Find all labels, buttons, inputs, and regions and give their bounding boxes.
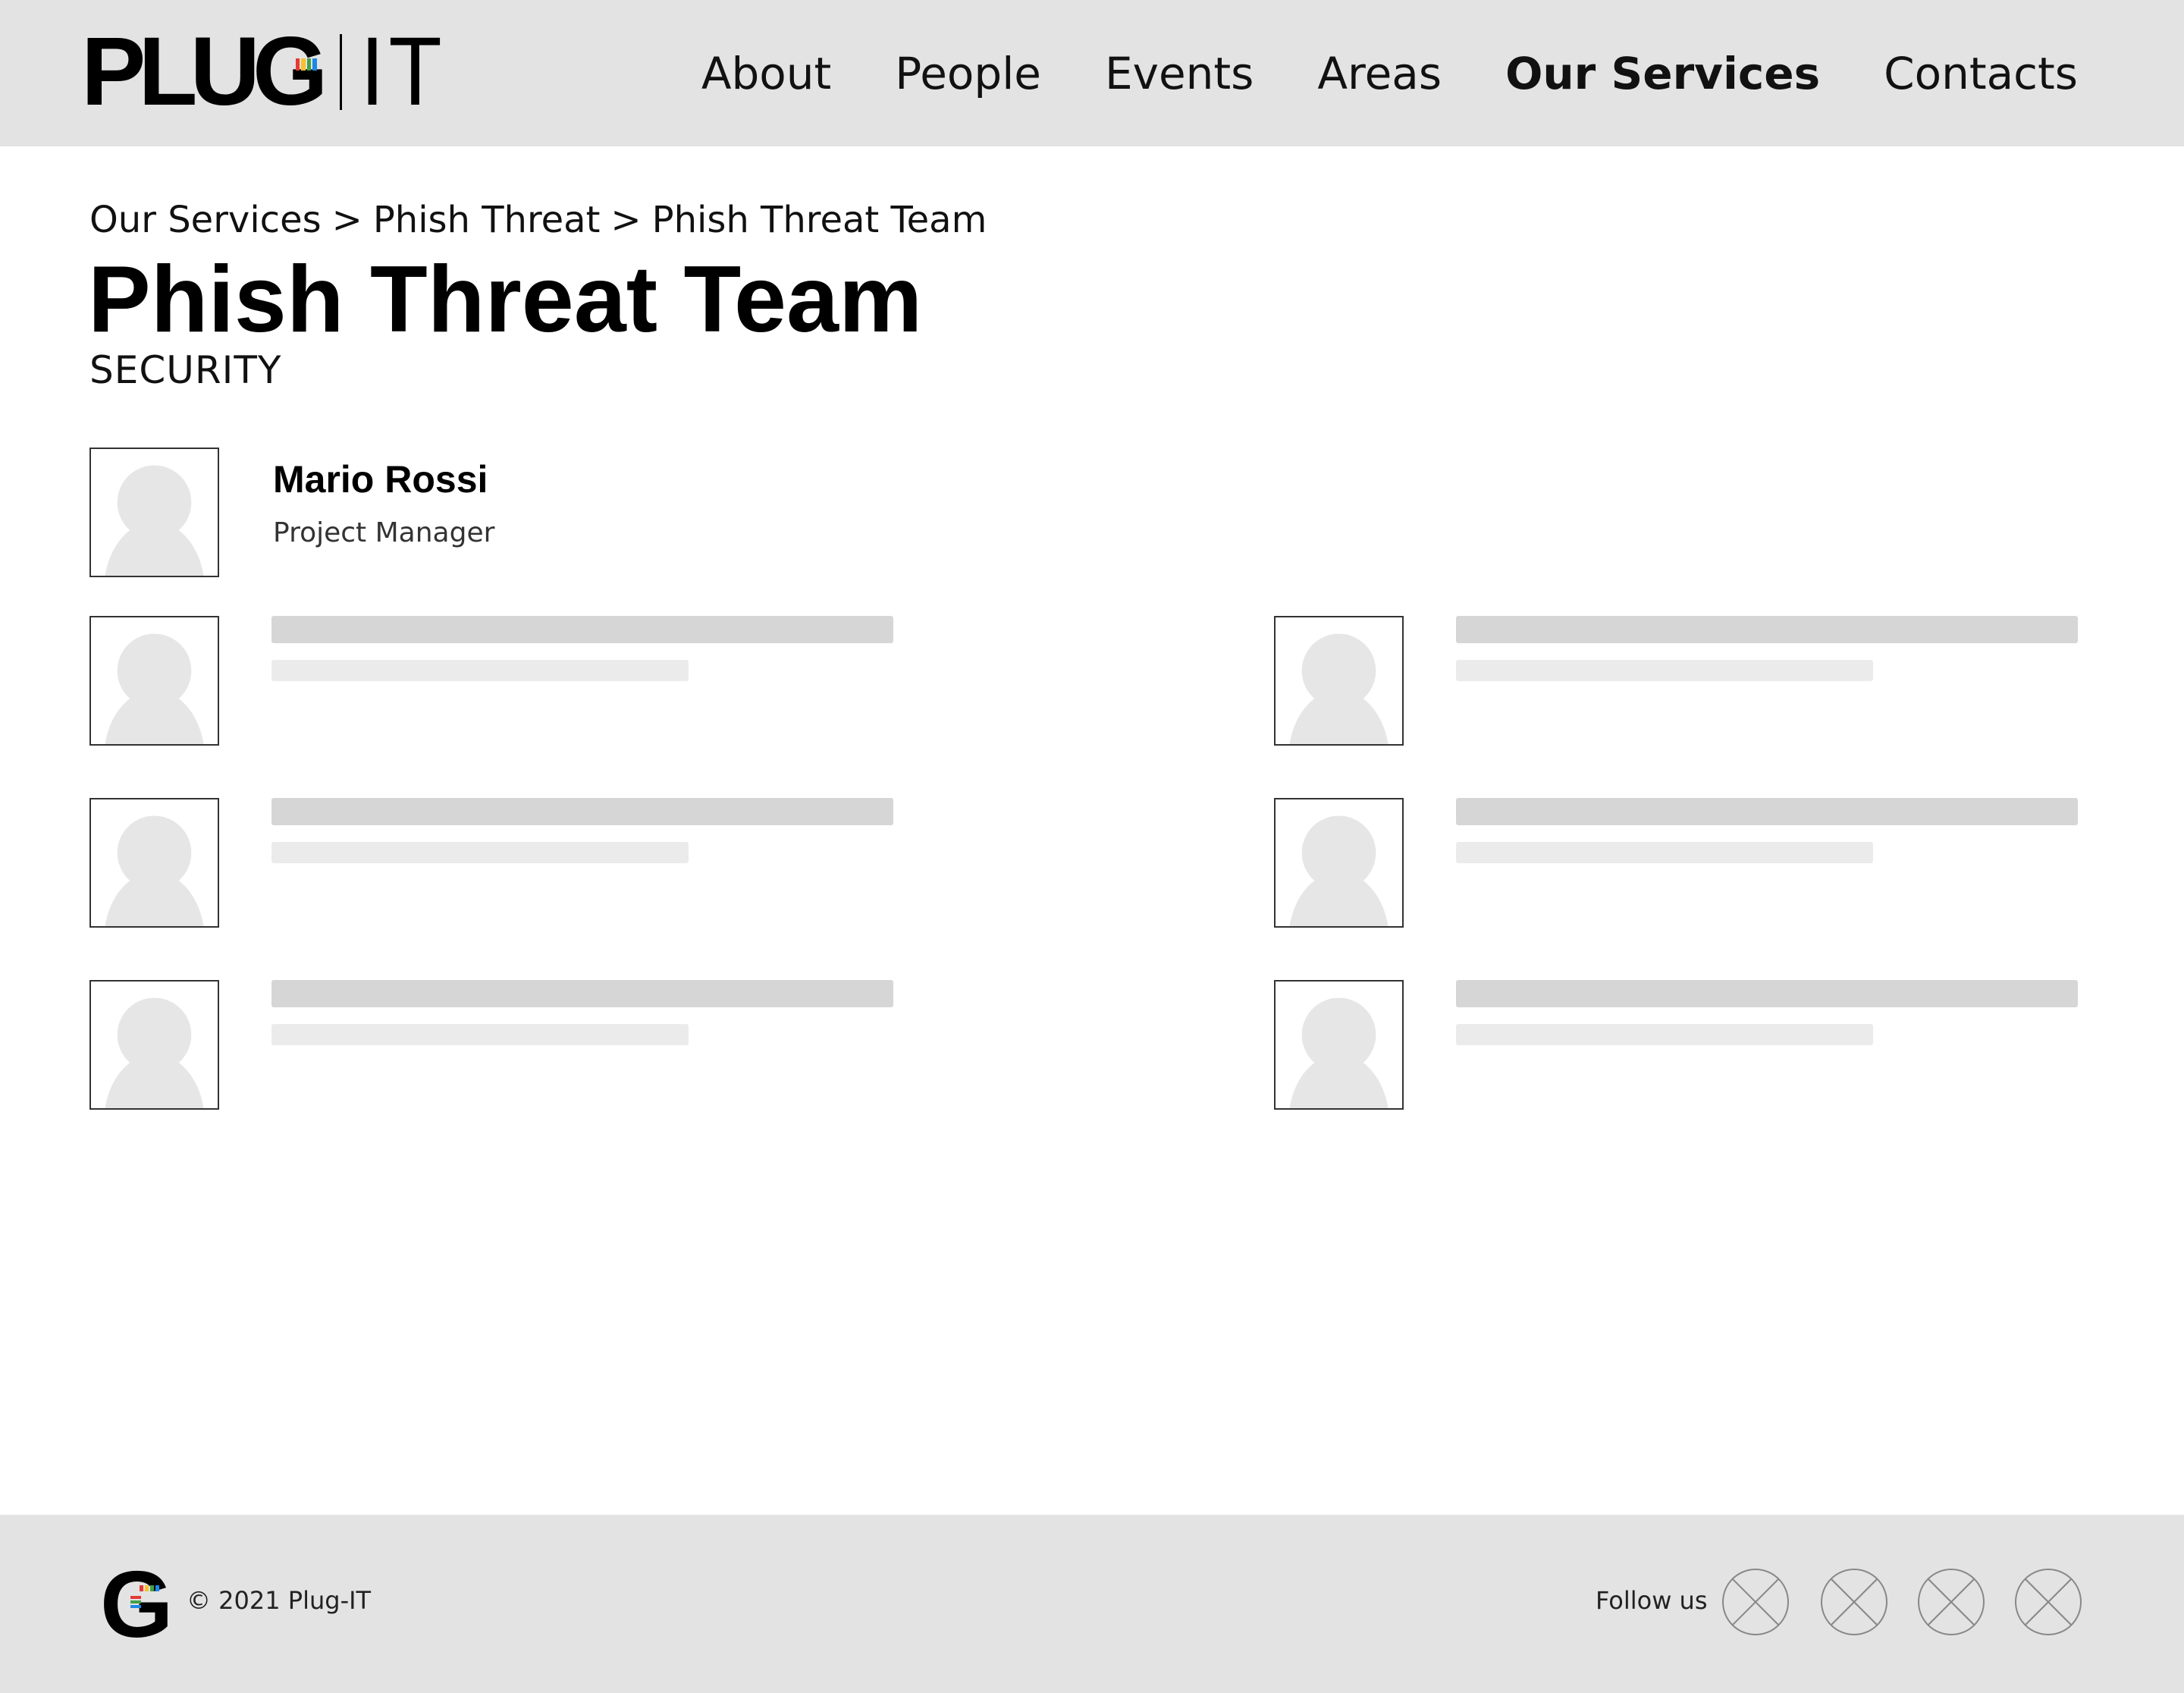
breadcrumb-phish-threat[interactable]: Phish Threat	[373, 199, 601, 241]
user-placeholder-icon	[1289, 997, 1389, 1108]
user-placeholder-icon	[1289, 815, 1389, 926]
page-subtitle: SECURITY	[89, 348, 282, 392]
plug-it-g-logo-icon[interactable]: G	[100, 1563, 173, 1643]
member-name-placeholder	[1456, 980, 2078, 1007]
breadcrumb-separator: >	[610, 199, 642, 241]
user-placeholder-icon	[1289, 633, 1389, 744]
nav-about[interactable]: About	[701, 48, 831, 99]
user-placeholder-icon	[105, 815, 204, 926]
member-role-placeholder	[1456, 660, 1873, 681]
main-nav: About People Events Areas Our Services C…	[701, 0, 2078, 146]
nav-events[interactable]: Events	[1105, 48, 1254, 99]
plug-it-logo[interactable]: PLUG IT	[81, 17, 455, 126]
page-title: Phish Threat Team	[88, 247, 923, 352]
member-name-placeholder	[271, 980, 893, 1007]
nav-our-services[interactable]: Our Services	[1505, 48, 1820, 99]
site-footer: G © 2021 Plug-IT Follow us	[0, 1515, 2184, 1693]
avatar[interactable]	[1274, 616, 1404, 746]
avatar[interactable]	[1274, 798, 1404, 928]
breadcrumb: Our Services > Phish Threat > Phish Threat T…	[89, 199, 987, 241]
member-name-placeholder	[271, 798, 893, 825]
user-placeholder-icon	[105, 997, 204, 1108]
user-placeholder-icon	[105, 633, 204, 744]
social-link-3-icon[interactable]	[1917, 1568, 1985, 1636]
copyright-text: © 2021 Plug-IT	[187, 1586, 372, 1615]
avatar[interactable]	[1274, 980, 1404, 1110]
avatar[interactable]	[89, 616, 219, 746]
logo-wordmark: PLUG	[81, 17, 328, 126]
follow-us-label: Follow us	[1596, 1586, 1708, 1615]
site-header: PLUG IT About People Events Areas Our Se…	[0, 0, 2184, 146]
avatar[interactable]	[89, 798, 219, 928]
member-role-placeholder	[1456, 842, 1873, 863]
social-link-4-icon[interactable]	[2014, 1568, 2082, 1636]
nav-areas[interactable]: Areas	[1317, 48, 1442, 99]
nav-contacts[interactable]: Contacts	[1884, 48, 2078, 99]
member-name[interactable]: Mario Rossi	[273, 457, 488, 501]
member-name-placeholder	[1456, 616, 2078, 643]
breadcrumb-separator: >	[331, 199, 362, 241]
member-role-placeholder	[271, 660, 689, 681]
social-link-2-icon[interactable]	[1820, 1568, 1888, 1636]
avatar[interactable]	[89, 980, 219, 1110]
nav-people[interactable]: People	[895, 48, 1041, 99]
logo-color-stripes	[295, 58, 317, 71]
member-name-placeholder	[271, 616, 893, 643]
social-link-1-icon[interactable]	[1721, 1568, 1790, 1636]
breadcrumb-our-services[interactable]: Our Services	[89, 199, 322, 241]
member-role-placeholder	[1456, 1024, 1873, 1045]
logo-divider-icon	[339, 34, 342, 110]
member-role: Project Manager	[273, 517, 495, 548]
member-role-placeholder	[271, 1024, 689, 1045]
logo-suffix: IT	[359, 17, 446, 126]
breadcrumb-current: Phish Threat Team	[651, 199, 987, 241]
avatar[interactable]	[89, 448, 219, 577]
member-role-placeholder	[271, 842, 689, 863]
member-name-placeholder	[1456, 798, 2078, 825]
user-placeholder-icon	[105, 465, 204, 576]
